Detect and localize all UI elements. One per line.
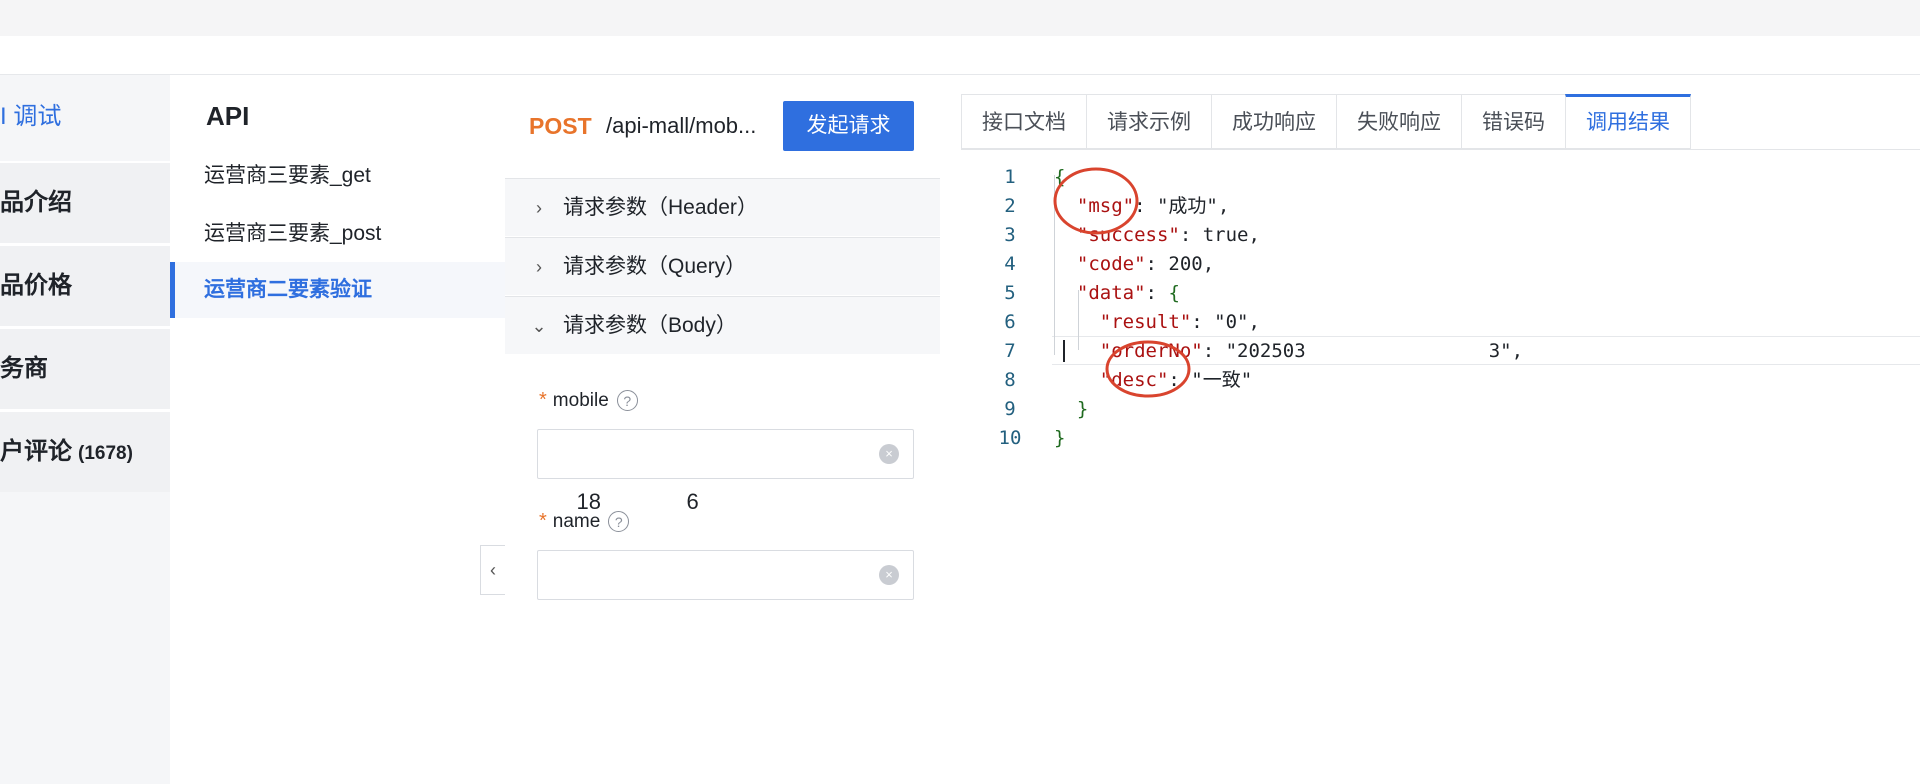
mobile-field[interactable]: 18 6 × (537, 429, 914, 514)
code-text: "msg": "成功", (1076, 195, 1230, 217)
request-panel: POST /api-mall/mob... 发起请求 › 请求参数（Header… (505, 75, 940, 784)
code-line: 7 "orderNo": "202503 3", (940, 337, 1920, 366)
code-text: "orderNo": "202503 3", (1099, 340, 1524, 362)
code-line: 1{ (940, 163, 1920, 192)
api-item-three-factor-get[interactable]: 运营商三要素_get (170, 148, 505, 204)
nav-item-intro[interactable]: 品介绍 (0, 163, 170, 243)
code-line: 6 "result": "0", (940, 308, 1920, 337)
line-number: 7 (1004, 340, 1016, 362)
section-header-params[interactable]: › 请求参数（Header） (505, 178, 940, 236)
request-path: /api-mall/mob... (606, 113, 757, 138)
code-text: "data": { (1076, 282, 1180, 304)
response-panel: 接口文档 请求示例 成功响应 失败响应 错误码 调用结果 1{2 "msg": … (940, 75, 1920, 784)
field-name: mobile (552, 389, 609, 411)
name-field[interactable]: × (537, 550, 914, 600)
top-bar (0, 0, 1920, 36)
code-line: 2 "msg": "成功", (940, 192, 1920, 221)
nav-item-label: 务商 (0, 355, 48, 382)
section-label: 请求参数（Header） (563, 196, 758, 219)
nav-item-debug[interactable]: I 调试 (0, 75, 170, 155)
nav-item-label: 户评论 (0, 438, 72, 465)
chevron-right-icon: › (536, 257, 542, 277)
review-count: (1678) (78, 443, 133, 464)
code-line: 4 "code": 200, (940, 250, 1920, 279)
section-label: 请求参数（Body） (563, 314, 737, 337)
line-number: 6 (1004, 311, 1016, 333)
name-field-label: * name ? (539, 510, 630, 533)
required-mark: * (539, 510, 547, 532)
collapse-panel-button[interactable]: ‹ (480, 545, 505, 595)
clear-icon[interactable]: × (879, 444, 899, 464)
nav-item-reviews[interactable]: 户评论 (1678) (0, 412, 170, 492)
line-number: 8 (1004, 369, 1016, 391)
field-name: name (552, 510, 601, 532)
chevron-left-icon: ‹ (490, 559, 496, 580)
line-number: 4 (1004, 253, 1016, 275)
help-icon[interactable]: ? (608, 511, 630, 532)
tab-api-docs[interactable]: 接口文档 (961, 94, 1086, 149)
code-text: "success": true, (1076, 224, 1260, 246)
tab-request-example[interactable]: 请求示例 (1086, 94, 1211, 149)
code-text: { (1054, 166, 1066, 188)
help-icon[interactable]: ? (616, 390, 638, 411)
code-line: 5 "data": { (940, 279, 1920, 308)
required-mark: * (539, 389, 547, 411)
line-number: 9 (1004, 398, 1016, 420)
api-item-three-factor-post[interactable]: 运营商三要素_post (170, 206, 505, 262)
tab-error-codes[interactable]: 错误码 (1461, 94, 1565, 149)
line-number: 1 (1004, 166, 1016, 188)
http-method: POST (529, 113, 592, 139)
chevron-right-icon: › (536, 198, 542, 218)
api-list: API 运营商三要素_get 运营商三要素_post 运营商二要素验证 (170, 75, 505, 784)
line-number: 2 (1004, 195, 1016, 217)
section-label: 请求参数（Query） (563, 255, 747, 278)
tabs-divider (961, 149, 1920, 150)
section-query-params[interactable]: › 请求参数（Query） (505, 237, 940, 295)
nav-item-label: 品价格 (0, 272, 72, 299)
section-body-params[interactable]: ⌄ 请求参数（Body） (505, 296, 940, 354)
code-text: "desc": "一致" (1099, 369, 1253, 391)
line-number: 10 (998, 427, 1022, 449)
code-text: "result": "0", (1099, 311, 1260, 333)
tab-call-result[interactable]: 调用结果 (1565, 94, 1691, 149)
tab-success-response[interactable]: 成功响应 (1211, 94, 1336, 149)
code-text: "code": 200, (1076, 253, 1215, 275)
code-text: } (1076, 398, 1089, 420)
nav-item-label: 品介绍 (0, 189, 72, 216)
tab-failure-response[interactable]: 失败响应 (1336, 94, 1461, 149)
api-list-title: API (206, 101, 250, 131)
response-tabs: 接口文档 请求示例 成功响应 失败响应 错误码 调用结果 (961, 94, 1691, 149)
left-nav: I 调试 品介绍 品价格 务商 户评论 (1678) (0, 75, 170, 784)
nav-item-label: I 调试 (0, 103, 62, 130)
code-line: 9 } (940, 395, 1920, 424)
nav-item-price[interactable]: 品价格 (0, 246, 170, 326)
chevron-down-icon: ⌄ (531, 316, 547, 336)
text-cursor (1063, 340, 1065, 362)
code-line: 8 "desc": "一致" (940, 366, 1920, 395)
api-item-two-factor-verify[interactable]: 运营商二要素验证 (170, 262, 505, 318)
result-code-editor[interactable]: 1{2 "msg": "成功", 3 "success": true, 4 "cod… (940, 163, 1920, 453)
request-bar: POST /api-mall/mob... 发起请求 (505, 75, 940, 178)
line-number: 3 (1004, 224, 1016, 246)
mobile-field-label: * mobile ? (539, 389, 638, 412)
nav-item-provider[interactable]: 务商 (0, 329, 170, 409)
line-number: 5 (1004, 282, 1016, 304)
send-request-button[interactable]: 发起请求 (783, 101, 914, 151)
code-line: 10} (940, 424, 1920, 453)
code-text: } (1054, 427, 1066, 449)
code-line: 3 "success": true, (940, 221, 1920, 250)
clear-icon[interactable]: × (879, 565, 899, 585)
